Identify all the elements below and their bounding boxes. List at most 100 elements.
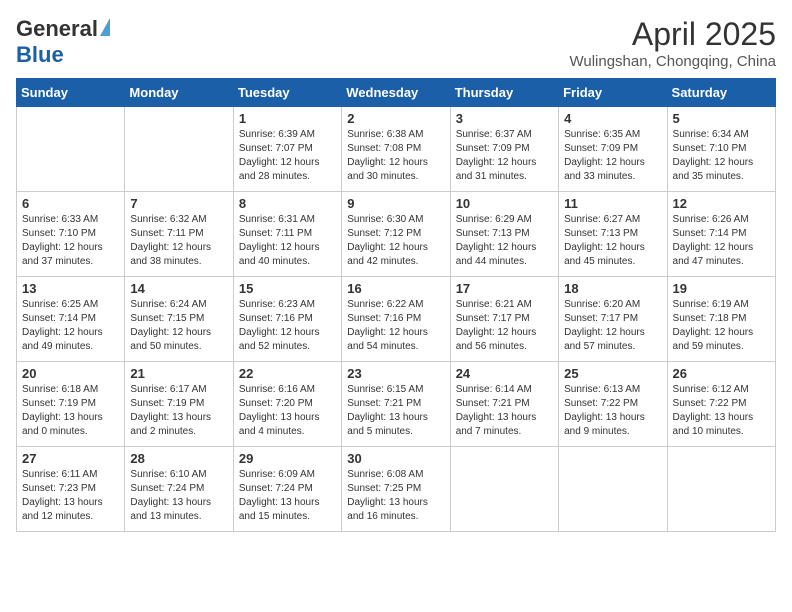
day-info: Sunrise: 6:15 AM Sunset: 7:21 PM Dayligh… bbox=[347, 383, 444, 439]
day-number: 23 bbox=[347, 366, 444, 381]
day-info: Sunrise: 6:17 AM Sunset: 7:19 PM Dayligh… bbox=[130, 383, 227, 439]
day-of-week-header: Sunday bbox=[17, 79, 125, 107]
calendar-cell: 1 Sunrise: 6:39 AM Sunset: 7:07 PM Daylig… bbox=[233, 107, 341, 192]
calendar-cell: 3 Sunrise: 6:37 AM Sunset: 7:09 PM Daylig… bbox=[450, 107, 558, 192]
calendar-cell: 9Sunrise: 6:30 AM Sunset: 7:12 PM Daylig… bbox=[342, 192, 450, 277]
day-info: Sunrise: 6:37 AM Sunset: 7:09 PM Dayligh… bbox=[456, 128, 553, 184]
day-number: 14 bbox=[130, 281, 227, 296]
day-info: Sunrise: 6:25 AM Sunset: 7:14 PM Dayligh… bbox=[22, 298, 119, 354]
calendar-cell: 14 Sunrise: 6:24 AM Sunset: 7:15 PM Dayli… bbox=[125, 277, 233, 362]
day-number: 9 bbox=[347, 196, 444, 211]
day-number: 10 bbox=[456, 196, 553, 211]
calendar-cell: 6 Sunrise: 6:33 AM Sunset: 7:10 PM Daylig… bbox=[17, 192, 125, 277]
calendar-cell: 11Sunrise: 6:27 AM Sunset: 7:13 PM Dayli… bbox=[559, 192, 667, 277]
day-info: Sunrise: 6:24 AM Sunset: 7:15 PM Dayligh… bbox=[130, 298, 227, 354]
calendar-cell: 28Sunrise: 6:10 AM Sunset: 7:24 PM Dayli… bbox=[125, 447, 233, 532]
week-row: 20Sunrise: 6:18 AM Sunset: 7:19 PM Dayli… bbox=[17, 362, 776, 447]
day-number: 18 bbox=[564, 281, 661, 296]
day-of-week-header: Saturday bbox=[667, 79, 775, 107]
calendar-cell: 19 Sunrise: 6:19 AM Sunset: 7:18 PM Dayli… bbox=[667, 277, 775, 362]
calendar-cell: 12 Sunrise: 6:26 AM Sunset: 7:14 PM Dayli… bbox=[667, 192, 775, 277]
day-info: Sunrise: 6:12 AM Sunset: 7:22 PM Dayligh… bbox=[673, 383, 770, 439]
day-info: Sunrise: 6:38 AM Sunset: 7:08 PM Dayligh… bbox=[347, 128, 444, 184]
day-number: 17 bbox=[456, 281, 553, 296]
calendar-cell: 16 Sunrise: 6:22 AM Sunset: 7:16 PM Dayli… bbox=[342, 277, 450, 362]
day-number: 1 bbox=[239, 111, 336, 126]
day-info: Sunrise: 6:26 AM Sunset: 7:14 PM Dayligh… bbox=[673, 213, 770, 269]
title-area: April 2025 Wulingshan, Chongqing, China bbox=[569, 16, 776, 70]
calendar-cell: 27 Sunrise: 6:11 AM Sunset: 7:23 PM Dayli… bbox=[17, 447, 125, 532]
calendar-cell: 13 Sunrise: 6:25 AM Sunset: 7:14 PM Dayli… bbox=[17, 277, 125, 362]
calendar-cell: 30 Sunrise: 6:08 AM Sunset: 7:25 PM Dayli… bbox=[342, 447, 450, 532]
calendar-cell: 7Sunrise: 6:32 AM Sunset: 7:11 PM Daylig… bbox=[125, 192, 233, 277]
day-info: Sunrise: 6:31 AM Sunset: 7:11 PM Dayligh… bbox=[239, 213, 336, 269]
calendar-header-row: SundayMondayTuesdayWednesdayThursdayFrid… bbox=[17, 79, 776, 107]
day-number: 13 bbox=[22, 281, 119, 296]
day-number: 6 bbox=[22, 196, 119, 211]
logo-icon bbox=[100, 18, 110, 36]
day-info: Sunrise: 6:21 AM Sunset: 7:17 PM Dayligh… bbox=[456, 298, 553, 354]
calendar-cell: 10 Sunrise: 6:29 AM Sunset: 7:13 PM Dayli… bbox=[450, 192, 558, 277]
day-info: Sunrise: 6:39 AM Sunset: 7:07 PM Dayligh… bbox=[239, 128, 336, 184]
day-info: Sunrise: 6:35 AM Sunset: 7:09 PM Dayligh… bbox=[564, 128, 661, 184]
day-number: 15 bbox=[239, 281, 336, 296]
day-number: 29 bbox=[239, 451, 336, 466]
day-info: Sunrise: 6:16 AM Sunset: 7:20 PM Dayligh… bbox=[239, 383, 336, 439]
calendar-cell: 26 Sunrise: 6:12 AM Sunset: 7:22 PM Dayli… bbox=[667, 362, 775, 447]
calendar-cell bbox=[559, 447, 667, 532]
day-number: 26 bbox=[673, 366, 770, 381]
logo-general-text: General bbox=[16, 16, 98, 42]
calendar-cell bbox=[125, 107, 233, 192]
day-number: 21 bbox=[130, 366, 227, 381]
day-number: 2 bbox=[347, 111, 444, 126]
day-info: Sunrise: 6:09 AM Sunset: 7:24 PM Dayligh… bbox=[239, 468, 336, 524]
day-info: Sunrise: 6:08 AM Sunset: 7:25 PM Dayligh… bbox=[347, 468, 444, 524]
day-of-week-header: Thursday bbox=[450, 79, 558, 107]
calendar-cell: 21 Sunrise: 6:17 AM Sunset: 7:19 PM Dayli… bbox=[125, 362, 233, 447]
day-of-week-header: Wednesday bbox=[342, 79, 450, 107]
day-of-week-header: Friday bbox=[559, 79, 667, 107]
calendar-cell bbox=[667, 447, 775, 532]
day-number: 16 bbox=[347, 281, 444, 296]
day-info: Sunrise: 6:13 AM Sunset: 7:22 PM Dayligh… bbox=[564, 383, 661, 439]
calendar-cell: 5Sunrise: 6:34 AM Sunset: 7:10 PM Daylig… bbox=[667, 107, 775, 192]
calendar-cell bbox=[450, 447, 558, 532]
day-of-week-header: Tuesday bbox=[233, 79, 341, 107]
page-header: General Blue April 2025 Wulingshan, Chon… bbox=[16, 16, 776, 70]
day-number: 24 bbox=[456, 366, 553, 381]
day-info: Sunrise: 6:33 AM Sunset: 7:10 PM Dayligh… bbox=[22, 213, 119, 269]
calendar-cell: 18 Sunrise: 6:20 AM Sunset: 7:17 PM Dayli… bbox=[559, 277, 667, 362]
calendar-cell: 17 Sunrise: 6:21 AM Sunset: 7:17 PM Dayli… bbox=[450, 277, 558, 362]
calendar-cell: 29 Sunrise: 6:09 AM Sunset: 7:24 PM Dayli… bbox=[233, 447, 341, 532]
calendar-cell: 8Sunrise: 6:31 AM Sunset: 7:11 PM Daylig… bbox=[233, 192, 341, 277]
location: Wulingshan, Chongqing, China bbox=[569, 53, 776, 70]
day-of-week-header: Monday bbox=[125, 79, 233, 107]
calendar-cell: 24 Sunrise: 6:14 AM Sunset: 7:21 PM Dayli… bbox=[450, 362, 558, 447]
day-info: Sunrise: 6:18 AM Sunset: 7:19 PM Dayligh… bbox=[22, 383, 119, 439]
week-row: 1 Sunrise: 6:39 AM Sunset: 7:07 PM Daylig… bbox=[17, 107, 776, 192]
day-info: Sunrise: 6:29 AM Sunset: 7:13 PM Dayligh… bbox=[456, 213, 553, 269]
day-info: Sunrise: 6:11 AM Sunset: 7:23 PM Dayligh… bbox=[22, 468, 119, 524]
calendar-cell: 4 Sunrise: 6:35 AM Sunset: 7:09 PM Daylig… bbox=[559, 107, 667, 192]
day-number: 11 bbox=[564, 196, 661, 211]
day-number: 12 bbox=[673, 196, 770, 211]
logo: General Blue bbox=[16, 16, 110, 68]
day-number: 27 bbox=[22, 451, 119, 466]
day-info: Sunrise: 6:32 AM Sunset: 7:11 PM Dayligh… bbox=[130, 213, 227, 269]
day-number: 4 bbox=[564, 111, 661, 126]
day-number: 30 bbox=[347, 451, 444, 466]
calendar-cell: 22 Sunrise: 6:16 AM Sunset: 7:20 PM Dayli… bbox=[233, 362, 341, 447]
day-info: Sunrise: 6:10 AM Sunset: 7:24 PM Dayligh… bbox=[130, 468, 227, 524]
day-number: 22 bbox=[239, 366, 336, 381]
calendar-cell: 2 Sunrise: 6:38 AM Sunset: 7:08 PM Daylig… bbox=[342, 107, 450, 192]
month-title: April 2025 bbox=[569, 16, 776, 53]
day-info: Sunrise: 6:20 AM Sunset: 7:17 PM Dayligh… bbox=[564, 298, 661, 354]
day-info: Sunrise: 6:19 AM Sunset: 7:18 PM Dayligh… bbox=[673, 298, 770, 354]
day-info: Sunrise: 6:14 AM Sunset: 7:21 PM Dayligh… bbox=[456, 383, 553, 439]
calendar-cell: 25Sunrise: 6:13 AM Sunset: 7:22 PM Dayli… bbox=[559, 362, 667, 447]
day-number: 3 bbox=[456, 111, 553, 126]
day-number: 19 bbox=[673, 281, 770, 296]
day-info: Sunrise: 6:22 AM Sunset: 7:16 PM Dayligh… bbox=[347, 298, 444, 354]
calendar-cell: 20Sunrise: 6:18 AM Sunset: 7:19 PM Dayli… bbox=[17, 362, 125, 447]
day-info: Sunrise: 6:34 AM Sunset: 7:10 PM Dayligh… bbox=[673, 128, 770, 184]
